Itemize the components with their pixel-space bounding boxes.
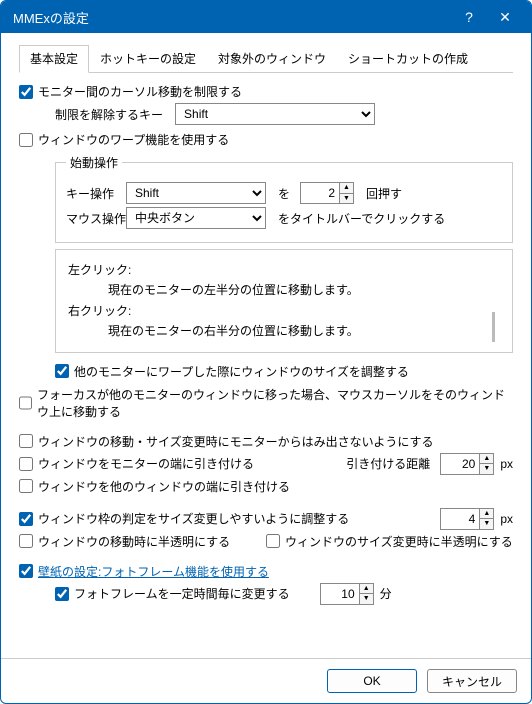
key-op-label: キー操作: [66, 185, 126, 202]
no-overflow-input[interactable]: [19, 434, 33, 448]
spin-down-icon[interactable]: ▼: [480, 464, 493, 474]
ok-button[interactable]: OK: [327, 669, 417, 693]
warp-enable-input[interactable]: [19, 133, 33, 147]
snap-window-check[interactable]: ウィンドウを他のウィンドウの端に引き付ける: [19, 478, 290, 495]
info-right-desc: 現在のモニターの右半分の位置に移動します。: [68, 321, 484, 341]
spin-up-icon[interactable]: ▲: [480, 454, 493, 465]
snap-distance-spinner[interactable]: ▲▼: [440, 453, 494, 475]
snap-monitor-input[interactable]: [19, 457, 33, 471]
focus-mouse-input[interactable]: [19, 396, 32, 410]
photo-interval-spinner[interactable]: ▲▼: [320, 583, 374, 605]
cancel-button[interactable]: キャンセル: [427, 669, 517, 693]
spin-up-icon[interactable]: ▲: [340, 183, 353, 194]
key-op-count-spinner[interactable]: ▲▼: [300, 182, 354, 204]
no-overflow-check[interactable]: ウィンドウの移動・サイズ変更時にモニターからはみ出さないようにする: [19, 433, 434, 450]
key-op-select[interactable]: Shift: [126, 182, 266, 204]
wallpaper-input[interactable]: [19, 564, 33, 578]
help-icon[interactable]: ?: [451, 9, 487, 25]
translucent-resize-input[interactable]: [266, 534, 280, 548]
start-op-group: 始動操作 キー操作 Shift を ▲▼ 回押す マウス操作 中央ボ: [55, 154, 513, 243]
mouse-op-label: マウス操作: [66, 210, 126, 227]
dialog-footer: OK キャンセル: [1, 658, 531, 703]
spin-up-icon[interactable]: ▲: [480, 509, 493, 520]
tab-hotkey[interactable]: ホットキーの設定: [89, 45, 207, 73]
tab-shortcut[interactable]: ショートカットの作成: [337, 45, 479, 73]
restrict-cursor-check[interactable]: モニター間のカーソル移動を制限する: [19, 83, 242, 100]
close-icon[interactable]: ✕: [487, 9, 523, 26]
release-key-select[interactable]: Shift: [175, 103, 375, 125]
warp-enable-check[interactable]: ウィンドウのワープ機能を使用する: [19, 131, 229, 148]
adjust-frame-check[interactable]: ウィンドウ枠の判定をサイズ変更しやすいように調整する: [19, 510, 349, 527]
mouse-op-select[interactable]: 中央ボタン: [126, 207, 266, 229]
spin-down-icon[interactable]: ▼: [340, 194, 353, 204]
frame-value-input[interactable]: [440, 508, 480, 530]
snap-distance-label: 引き付ける距離: [346, 455, 430, 472]
photo-interval-input-value[interactable]: [320, 583, 360, 605]
spin-up-icon[interactable]: ▲: [360, 584, 373, 595]
tab-exclude[interactable]: 対象外のウィンドウ: [207, 45, 337, 73]
spin-down-icon[interactable]: ▼: [360, 594, 373, 604]
key-op-count-input[interactable]: [300, 182, 340, 204]
adjust-size-warp-check[interactable]: 他のモニターにワープした際にウィンドウのサイズを調整する: [55, 363, 409, 380]
photo-interval-check[interactable]: フォトフレームを一定時間毎に変更する: [55, 585, 290, 602]
click-info-box: 左クリック: 現在のモニターの左半分の位置に移動します。 右クリック: 現在のモ…: [55, 249, 513, 353]
wallpaper-check[interactable]: 壁紙の設定:フォトフレーム機能を使用する: [19, 563, 269, 580]
spin-down-icon[interactable]: ▼: [480, 519, 493, 529]
adjust-frame-input[interactable]: [19, 512, 33, 526]
translucent-resize-check[interactable]: ウィンドウのサイズ変更時に半透明にする: [266, 533, 513, 550]
restrict-cursor-input[interactable]: [19, 85, 33, 99]
info-left-desc: 現在のモニターの左半分の位置に移動します。: [68, 280, 484, 300]
release-key-label: 制限を解除するキー: [55, 106, 163, 123]
title-bar: MMExの設定 ? ✕: [1, 1, 531, 33]
translucent-move-input[interactable]: [19, 534, 33, 548]
adjust-size-warp-input[interactable]: [55, 364, 69, 378]
info-right-label: 右クリック:: [68, 301, 484, 321]
snap-window-input[interactable]: [19, 479, 33, 493]
photo-interval-input[interactable]: [55, 587, 69, 601]
start-op-legend: 始動操作: [66, 154, 122, 171]
info-left-label: 左クリック:: [68, 260, 484, 280]
focus-mouse-check[interactable]: フォーカスが他のモニターのウィンドウに移った場合、マウスカーソルをそのウィンドウ…: [19, 386, 513, 420]
snap-monitor-check[interactable]: ウィンドウをモニターの端に引き付ける: [19, 455, 254, 472]
tab-basic[interactable]: 基本設定: [19, 45, 89, 73]
tab-strip: 基本設定 ホットキーの設定 対象外のウィンドウ ショートカットの作成: [19, 45, 513, 73]
info-scroll-thumb[interactable]: [492, 312, 500, 342]
translucent-move-check[interactable]: ウィンドウの移動時に半透明にする: [19, 533, 266, 550]
window-title: MMExの設定: [13, 8, 451, 27]
wallpaper-link[interactable]: 壁紙の設定:フォトフレーム機能を使用する: [38, 563, 269, 580]
snap-distance-input[interactable]: [440, 453, 480, 475]
frame-value-spinner[interactable]: ▲▼: [440, 508, 494, 530]
